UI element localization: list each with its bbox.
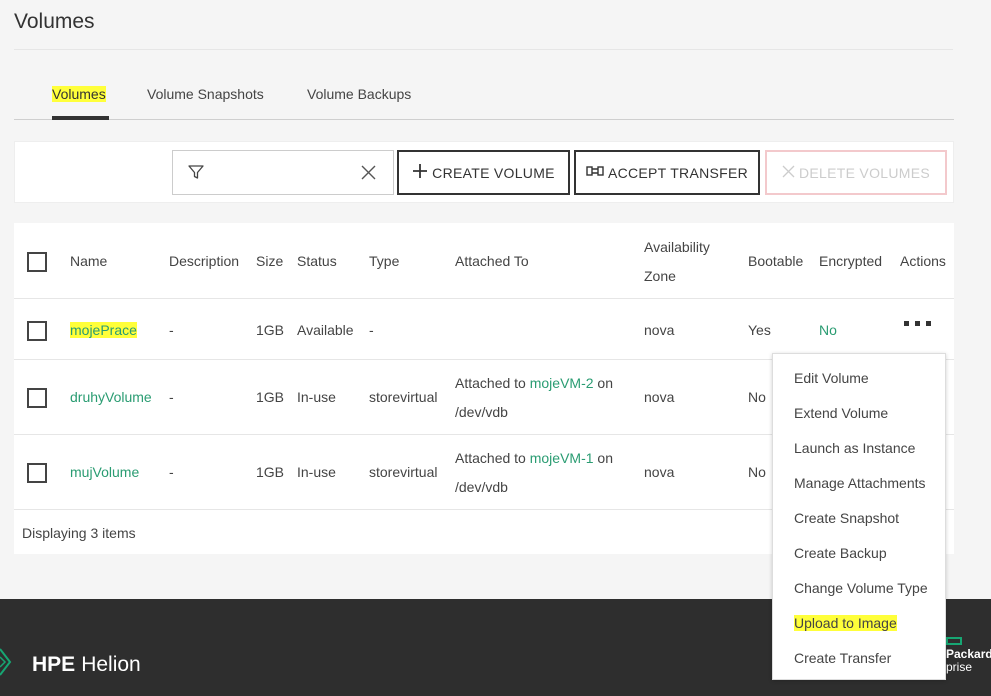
volume-attached-to: Attached to mojeVM-1 on — [455, 450, 613, 466]
create-volume-button[interactable]: CREATE VOLUME — [397, 150, 570, 195]
volume-type: - — [369, 322, 374, 338]
accept-transfer-button[interactable]: ACCEPT TRANSFER — [574, 150, 760, 195]
col-header-encrypted[interactable]: Encrypted — [819, 253, 882, 269]
clear-icon[interactable] — [361, 165, 376, 185]
volume-attached-device: /dev/vdb — [455, 404, 508, 420]
delete-volumes-label: DELETE VOLUMES — [798, 164, 930, 181]
volume-size: 1GB — [256, 322, 285, 338]
row-checkbox[interactable] — [27, 463, 47, 483]
volume-actions-menu: Edit Volume Extend Volume Launch as Inst… — [772, 353, 946, 680]
select-all-checkbox[interactable] — [27, 252, 47, 272]
hpe-element-icon — [946, 637, 962, 645]
brand-bold: HPE — [32, 653, 76, 676]
tab-bar: Volumes Volume Snapshots Volume Backups — [14, 72, 954, 120]
filter-input[interactable] — [213, 161, 353, 185]
attached-vm-link[interactable]: mojeVM-1 — [530, 450, 594, 466]
volume-name-link[interactable]: mujVolume — [70, 464, 139, 480]
page-title: Volumes — [14, 10, 95, 33]
plus-icon — [412, 163, 428, 182]
brand-name: Helion — [81, 653, 141, 676]
menu-item-extend-volume[interactable]: Extend Volume — [794, 405, 888, 421]
tab-volumes[interactable]: Volumes — [52, 86, 106, 102]
row-checkbox[interactable] — [27, 388, 47, 408]
volume-size: 1GB — [256, 389, 285, 405]
volume-zone: nova — [644, 464, 675, 480]
hpe-enterprise-logo: Packard prise — [946, 637, 991, 674]
row-checkbox[interactable] — [27, 321, 47, 341]
volume-status: In-use — [297, 389, 336, 405]
volume-name-link[interactable]: mojePrace — [70, 322, 137, 338]
volume-name-link[interactable]: druhyVolume — [70, 389, 152, 405]
attached-vm-link[interactable]: mojeVM-2 — [530, 375, 594, 391]
volume-description: - — [169, 389, 174, 405]
menu-item-change-volume-type[interactable]: Change Volume Type — [794, 580, 928, 596]
volume-attached-to: Attached to mojeVM-2 on — [455, 375, 613, 391]
col-header-attached-to[interactable]: Attached To — [455, 253, 529, 269]
menu-item-launch-as-instance[interactable]: Launch as Instance — [794, 440, 915, 456]
delete-volumes-button[interactable]: DELETE VOLUMES — [765, 150, 947, 195]
hpe-logo-icon — [0, 647, 14, 683]
transfer-icon — [586, 164, 604, 181]
col-header-status[interactable]: Status — [297, 253, 337, 269]
volume-bootable: Yes — [748, 322, 771, 338]
volume-type: storevirtual — [369, 464, 438, 480]
volume-zone: nova — [644, 322, 675, 338]
accept-transfer-label: ACCEPT TRANSFER — [607, 164, 749, 181]
create-volume-label: CREATE VOLUME — [432, 164, 555, 181]
menu-item-create-backup[interactable]: Create Backup — [794, 545, 887, 561]
menu-item-manage-attachments[interactable]: Manage Attachments — [794, 475, 926, 491]
col-header-size[interactable]: Size — [256, 253, 283, 269]
menu-item-create-transfer[interactable]: Create Transfer — [794, 650, 891, 666]
volume-attached-device: /dev/vdb — [455, 479, 508, 495]
items-count: Displaying 3 items — [22, 525, 136, 541]
volume-bootable: No — [748, 464, 766, 480]
col-header-name[interactable]: Name — [70, 253, 107, 269]
volume-bootable: No — [748, 389, 766, 405]
filter-icon — [188, 164, 204, 185]
menu-item-upload-to-image[interactable]: Upload to Image — [794, 615, 897, 631]
col-header-description[interactable]: Description — [169, 253, 239, 269]
title-divider — [14, 49, 953, 50]
volume-status: Available — [297, 322, 354, 338]
col-header-availability-zone-line1[interactable]: Availability — [644, 239, 710, 255]
volume-description: - — [169, 464, 174, 480]
volume-type: storevirtual — [369, 389, 438, 405]
row-divider — [14, 298, 954, 299]
volume-description: - — [169, 322, 174, 338]
col-header-type[interactable]: Type — [369, 253, 399, 269]
table-toolbar: CREATE VOLUME ACCEPT TRANSFER DELETE VOL… — [14, 141, 954, 203]
volume-size: 1GB — [256, 464, 285, 480]
tab-volume-snapshots[interactable]: Volume Snapshots — [147, 86, 264, 102]
tab-volume-backups[interactable]: Volume Backups — [307, 86, 411, 102]
filter-box — [172, 150, 394, 195]
col-header-bootable[interactable]: Bootable — [748, 253, 803, 269]
active-tab-indicator — [52, 116, 109, 120]
volume-status: In-use — [297, 464, 336, 480]
col-header-actions: Actions — [900, 253, 946, 269]
menu-item-edit-volume[interactable]: Edit Volume — [794, 370, 869, 386]
volume-zone: nova — [644, 389, 675, 405]
hpe-helion-logo: HPE Helion — [0, 647, 141, 683]
kebab-icon[interactable] — [904, 321, 931, 326]
volume-encrypted: No — [819, 322, 837, 338]
col-header-availability-zone-line2[interactable]: Zone — [644, 268, 676, 284]
close-icon — [782, 165, 795, 181]
menu-item-create-snapshot[interactable]: Create Snapshot — [794, 510, 899, 526]
